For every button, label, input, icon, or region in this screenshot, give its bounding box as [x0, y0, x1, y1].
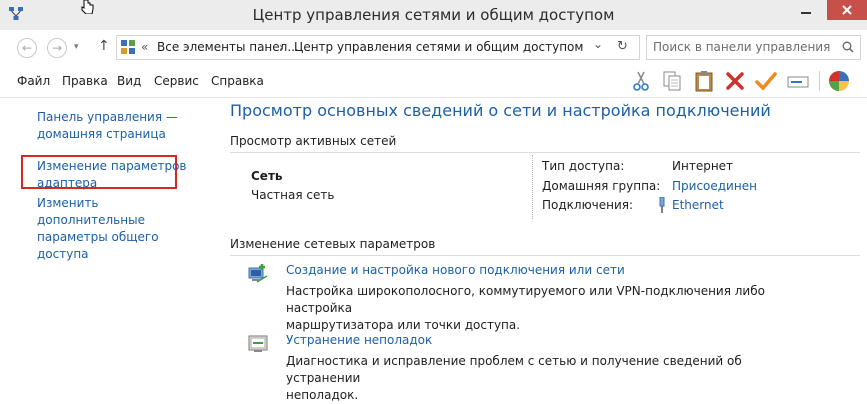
address-dropdown-icon[interactable]: ⌄: [593, 37, 603, 51]
breadcrumb-all-items[interactable]: Все элементы панел...: [157, 40, 299, 54]
troubleshoot-description: Диагностика и исправление проблем с сеть…: [286, 353, 806, 404]
description-line: неполадок.: [286, 388, 359, 402]
paste-icon[interactable]: [692, 69, 716, 93]
window-title: Центр управления сетями и общим доступом: [252, 6, 615, 24]
access-type-value: Интернет: [672, 159, 734, 173]
section-divider: [230, 255, 860, 256]
refresh-icon[interactable]: ↻: [617, 39, 628, 54]
sidebar-item-label: домашняя страница: [37, 127, 166, 141]
check-icon[interactable]: [754, 69, 778, 93]
change-settings-heading: Изменение сетевых параметров: [230, 237, 436, 251]
active-networks-heading: Просмотр активных сетей: [230, 134, 397, 148]
breadcrumb-network-center[interactable]: Центр управления сетями и общим доступом: [294, 40, 583, 54]
menu-tools[interactable]: Сервис: [154, 74, 199, 88]
up-button[interactable]: ↑: [98, 38, 110, 54]
network-name: Сеть: [251, 169, 283, 183]
ethernet-link[interactable]: Ethernet: [672, 198, 724, 212]
menu-file[interactable]: Файл: [17, 74, 50, 88]
sidebar-item-label: адаптера: [37, 176, 98, 190]
description-line: Диагностика и исправление проблем с сеть…: [286, 354, 742, 385]
network-type: Частная сеть: [251, 188, 335, 202]
minimize-button[interactable]: [793, 2, 819, 22]
control-panel-icon[interactable]: [827, 69, 851, 93]
homegroup-link[interactable]: Присоединен: [672, 179, 757, 193]
rename-icon[interactable]: [786, 69, 810, 93]
search-icon[interactable]: [842, 41, 854, 53]
homegroup-label: Домашняя группа:: [542, 179, 661, 193]
search-input[interactable]: [647, 36, 838, 57]
main-content: Просмотр основных сведений о сети и наст…: [205, 97, 867, 402]
navigation-bar: ← → ▾ ↑ « Все элементы панел... › Центр …: [0, 30, 867, 65]
path-overflow-icon[interactable]: «: [141, 40, 148, 54]
menu-help[interactable]: Справка: [211, 74, 264, 88]
page-title: Просмотр основных сведений о сети и наст…: [230, 101, 771, 120]
new-connection-link[interactable]: Создание и настройка нового подключения …: [286, 263, 625, 277]
menu-edit[interactable]: Правка: [62, 74, 108, 88]
recent-locations-chevron-icon[interactable]: ▾: [74, 42, 79, 52]
sidebar-item-sharing-settings[interactable]: Изменить дополнительные параметры общего…: [37, 195, 202, 263]
search-box[interactable]: [646, 35, 861, 60]
forward-button[interactable]: →: [47, 38, 67, 58]
vertical-divider: [532, 155, 533, 219]
delete-icon[interactable]: [723, 69, 747, 93]
copy-icon[interactable]: [660, 69, 684, 93]
title-bar: Центр управления сетями и общим доступом: [0, 0, 867, 30]
section-divider: [230, 152, 860, 153]
connections-label: Подключения:: [542, 198, 634, 212]
troubleshoot-icon: [248, 335, 268, 352]
sidebar-item-home[interactable]: Панель управления — домашняя страница: [37, 109, 202, 143]
description-line: маршрутизатора или точки доступа.: [286, 318, 521, 332]
sidebar-item-label: Изменение параметров: [37, 159, 187, 173]
new-connection-icon: [248, 264, 268, 283]
close-icon: [842, 5, 852, 15]
sidebar-item-label: Панель управления —: [37, 110, 178, 124]
menu-view[interactable]: Вид: [117, 74, 141, 88]
mouse-cursor-icon: [81, 0, 94, 14]
new-connection-description: Настройка широкополосного, коммутируемог…: [286, 283, 806, 334]
address-bar[interactable]: « Все элементы панел... › Центр управлен…: [116, 35, 640, 60]
description-line: Настройка широкополосного, коммутируемог…: [286, 284, 765, 315]
sidebar-item-label: Изменить дополнительные: [37, 196, 145, 227]
back-button[interactable]: ←: [17, 38, 37, 58]
control-panel-icon: [121, 40, 135, 54]
sidebar-item-adapter-settings[interactable]: Изменение параметров адаптера: [37, 158, 202, 192]
cut-icon[interactable]: [629, 69, 653, 93]
access-type-label: Тип доступа:: [542, 159, 625, 173]
troubleshoot-link[interactable]: Устранение неполадок: [286, 333, 432, 347]
ethernet-icon: [659, 197, 665, 213]
close-button[interactable]: [827, 0, 867, 20]
toolbar-divider: [819, 71, 820, 91]
breadcrumb-separator[interactable]: ›: [279, 40, 284, 54]
menu-bar: Файл Правка Вид Сервис Справка: [0, 65, 867, 98]
sidebar-item-label: параметры общего доступа: [37, 230, 159, 261]
